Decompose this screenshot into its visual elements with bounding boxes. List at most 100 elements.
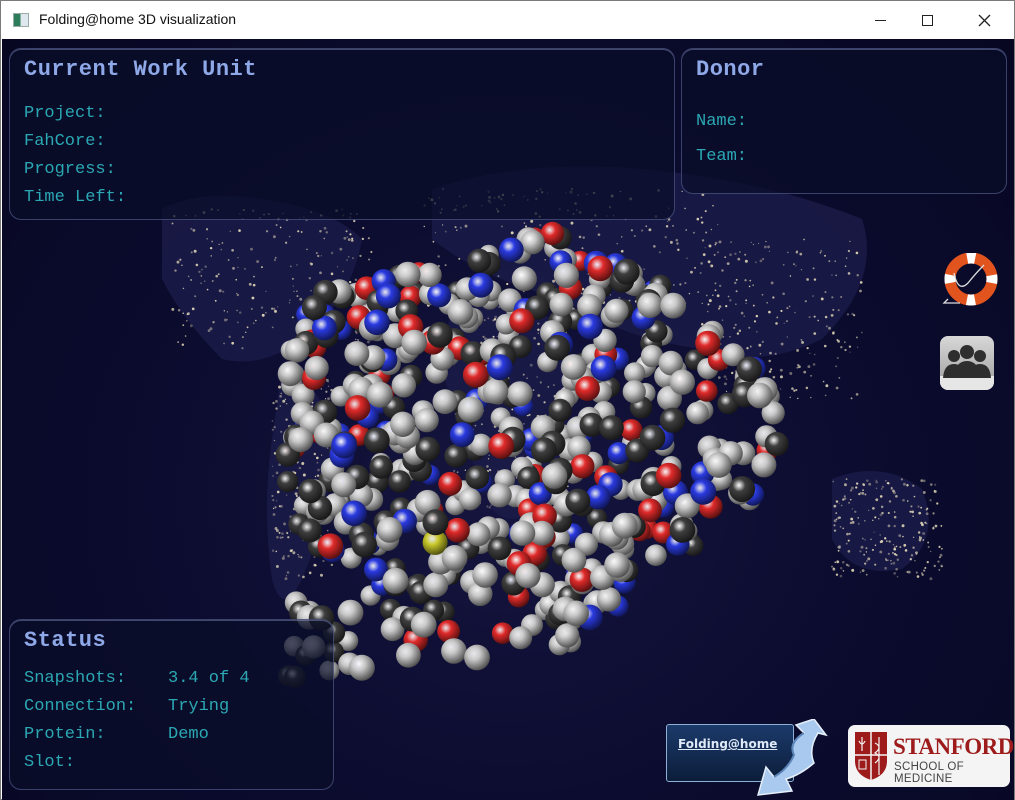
atom-carbon-dark: [669, 517, 696, 543]
atom-carbon-light: [560, 354, 587, 380]
atom-carbon-light: [669, 369, 695, 395]
app-window: Folding@home 3D visualization Current Wo…: [0, 0, 1015, 800]
atom-carbon-light: [507, 381, 533, 407]
atom-carbon-light: [466, 522, 491, 547]
protein-value: Demo: [168, 725, 209, 744]
maximize-button[interactable]: [904, 1, 950, 39]
name-label: Name:: [696, 112, 748, 131]
atom-carbon-light: [344, 341, 370, 366]
close-button[interactable]: [961, 1, 1007, 39]
atom-carbon-light: [705, 452, 732, 478]
atom-carbon-dark: [548, 398, 572, 422]
atom-carbon-light: [645, 544, 667, 566]
atom-carbon-light: [457, 396, 484, 423]
atom-carbon-light: [348, 654, 375, 681]
project-label: Project:: [24, 104, 106, 123]
atom-carbon-dark: [764, 431, 789, 456]
atom-carbon-light: [423, 572, 449, 598]
atom-oxygen: [695, 330, 721, 356]
atom-carbon-dark: [388, 470, 411, 493]
project-row: Project:: [24, 104, 106, 123]
atom-carbon-light: [382, 567, 409, 594]
atom-nitrogen: [486, 354, 513, 381]
atom-oxygen: [575, 376, 600, 401]
atom-oxygen: [638, 498, 662, 523]
atom-nitrogen: [690, 478, 717, 505]
title-bar[interactable]: Folding@home 3D visualization: [1, 1, 1014, 39]
atom-nitrogen: [341, 500, 367, 527]
atom-carbon-light: [284, 338, 310, 363]
stanford-name: STANFORD: [893, 734, 1014, 759]
atom-nitrogen: [577, 313, 603, 340]
atom-carbon-light: [395, 261, 421, 288]
atom-oxygen: [620, 419, 643, 442]
maximize-icon: [921, 14, 933, 26]
atom-carbon-light: [751, 452, 777, 478]
help-button[interactable]: [940, 252, 998, 309]
atom-oxygen: [655, 462, 682, 489]
atom-carbon-light: [441, 638, 467, 664]
app-icon: [13, 13, 29, 27]
lifering-icon: [942, 252, 998, 306]
atom-carbon-light: [441, 545, 468, 571]
atom-carbon-light: [390, 411, 416, 437]
atom-nitrogen: [449, 422, 475, 448]
atom-carbon-dark: [531, 437, 557, 464]
status-panel: Status Snapshots: 3.4 of 4 Connection: Try…: [9, 619, 334, 790]
atom-carbon-light: [561, 547, 587, 573]
connection-label: Connection:: [24, 697, 137, 716]
atom-carbon-light: [458, 488, 482, 511]
atom-carbon-light: [686, 401, 709, 425]
atom-carbon-light: [555, 623, 580, 648]
groups-icon: [940, 345, 994, 390]
atom-carbon-light: [482, 378, 509, 405]
stanford-medicine-logo-link[interactable]: STANFORD SCHOOL OF MEDICINE: [848, 725, 1014, 787]
fahcore-label: FahCore:: [24, 132, 106, 151]
atom-carbon-dark: [659, 407, 686, 433]
atom-carbon-light: [410, 611, 437, 638]
atom-carbon-light: [366, 381, 393, 408]
atom-carbon-light: [563, 600, 589, 627]
atom-carbon-dark: [613, 258, 640, 285]
atom-carbon-light: [487, 483, 512, 508]
atom-nitrogen: [468, 272, 494, 298]
atom-oxygen: [317, 533, 344, 559]
time-left-row: Time Left:: [24, 188, 126, 207]
fah-folding-arrow-icon: [756, 719, 828, 796]
atom-carbon-light: [611, 512, 638, 539]
protein-row: Protein: Demo: [24, 725, 209, 744]
atom-carbon-light: [277, 361, 303, 387]
atom-carbon-light: [414, 408, 439, 433]
window-title: Folding@home 3D visualization: [39, 11, 237, 27]
atom-carbon-light: [637, 292, 663, 318]
fahcore-row: FahCore:: [24, 132, 106, 151]
folding-at-home-logo-link[interactable]: Folding@home: [666, 719, 828, 797]
status-heading: Status: [24, 628, 107, 653]
visualization-canvas[interactable]: Current Work Unit Project: FahCore: Prog…: [2, 39, 1014, 800]
snapshots-row: Snapshots: 3.4 of 4: [24, 669, 250, 688]
minimize-button[interactable]: [857, 1, 903, 39]
protein-label: Protein:: [24, 725, 106, 744]
atom-carbon-dark: [298, 478, 323, 504]
atom-carbon-dark: [351, 531, 377, 558]
work-unit-heading: Current Work Unit: [24, 57, 257, 82]
atom-carbon-light: [520, 230, 545, 255]
atom-carbon-dark: [444, 444, 468, 468]
atom-carbon-light: [432, 389, 458, 415]
atom-carbon-light: [660, 292, 687, 319]
atom-nitrogen: [590, 355, 617, 382]
atom-carbon-dark: [465, 465, 490, 490]
atom-carbon-light: [604, 552, 630, 578]
atom-oxygen: [509, 308, 535, 334]
atom-carbon-light: [376, 517, 403, 543]
name-row: Name:: [696, 112, 747, 131]
atom-carbon-light: [515, 563, 541, 589]
connection-row: Connection: Trying: [24, 697, 229, 716]
atom-nitrogen: [364, 309, 390, 336]
atom-oxygen: [488, 433, 515, 459]
atom-carbon-dark: [736, 356, 762, 382]
atom-carbon-light: [509, 626, 533, 650]
groups-button[interactable]: [940, 336, 994, 390]
atom-oxygen: [438, 471, 463, 496]
atom-carbon-light: [541, 463, 568, 489]
